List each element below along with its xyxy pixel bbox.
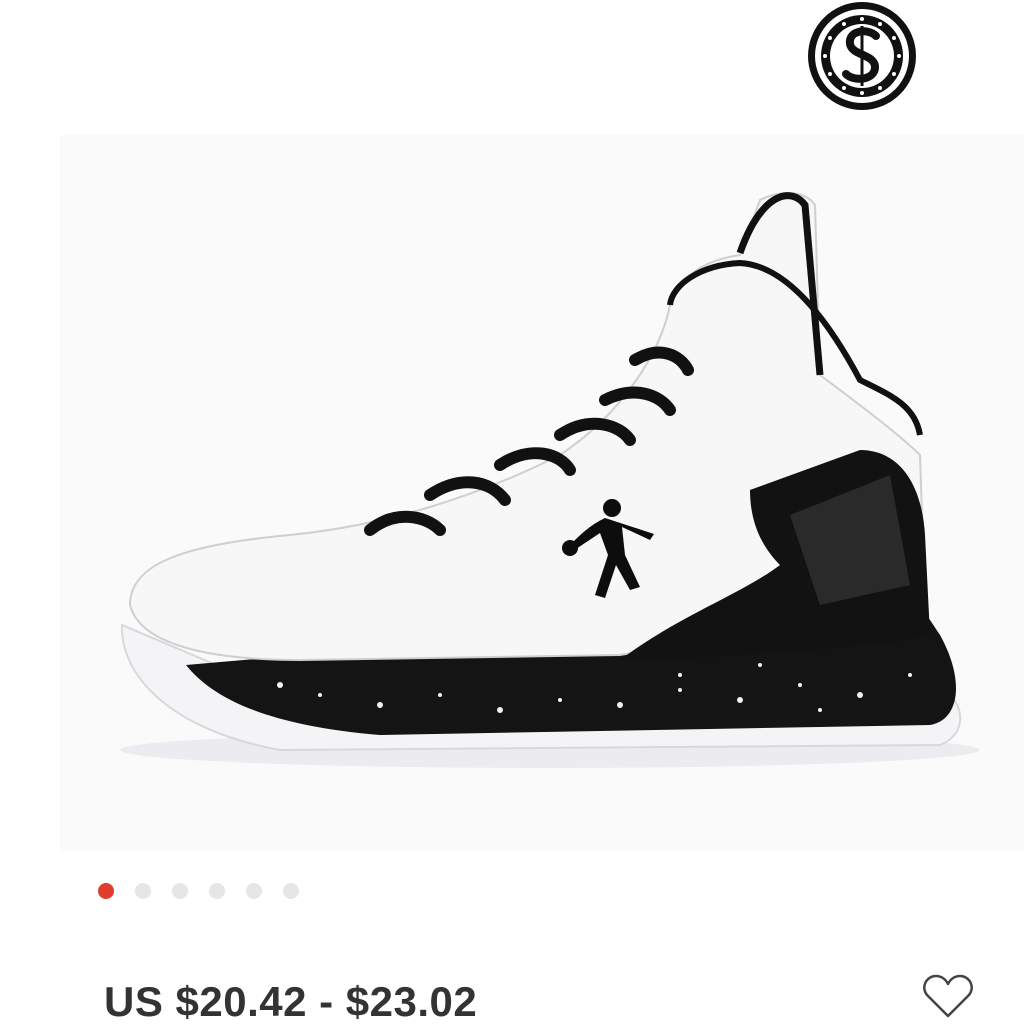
brand-s-logo-icon [808, 2, 916, 110]
wishlist-button[interactable] [922, 972, 974, 1020]
image-carousel-indicators [98, 883, 299, 899]
heart-outline-icon [923, 974, 973, 1018]
carousel-dot[interactable] [209, 883, 225, 899]
product-image-area[interactable] [60, 135, 1024, 850]
carousel-dot[interactable] [283, 883, 299, 899]
brand-logo[interactable] [806, 0, 918, 112]
carousel-dot[interactable] [135, 883, 151, 899]
price-range: US $20.42 - $23.02 [104, 978, 478, 1025]
carousel-dot-active[interactable] [98, 883, 114, 899]
carousel-dot[interactable] [246, 883, 262, 899]
basketball-sneaker-image [120, 192, 980, 768]
carousel-dot[interactable] [172, 883, 188, 899]
